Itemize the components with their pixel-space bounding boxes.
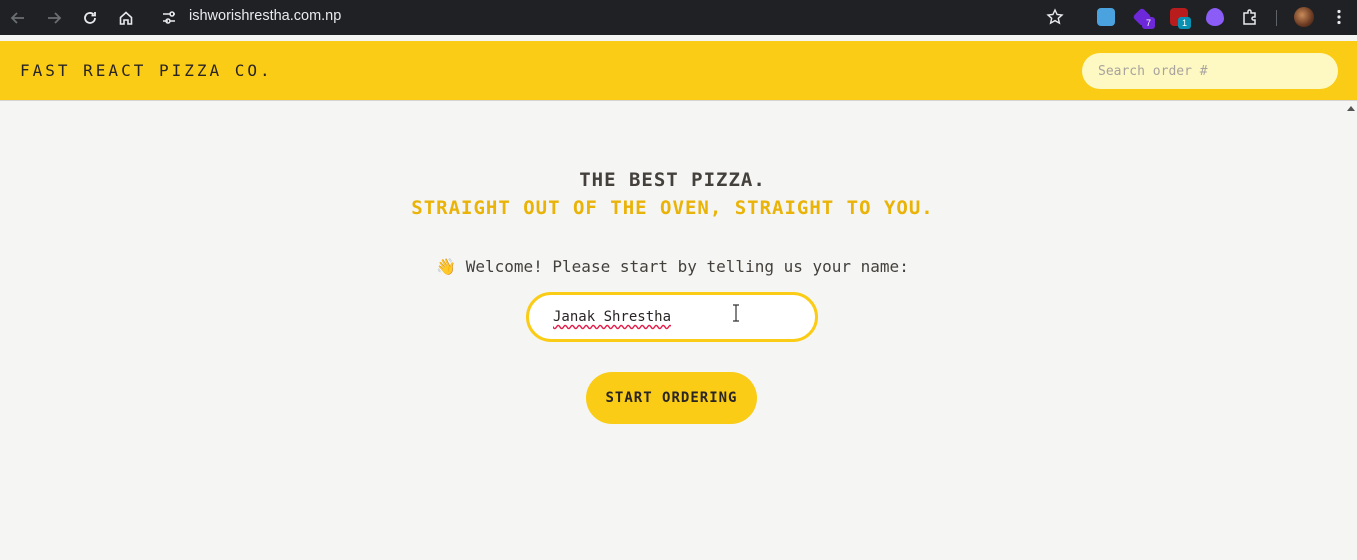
start-ordering-button[interactable]: START ORDERING	[586, 372, 757, 424]
printer-extension-icon[interactable]	[1097, 8, 1115, 26]
arrow-left-icon	[10, 11, 24, 24]
brand-logo-link[interactable]: Fast React Pizza Co.	[20, 61, 273, 80]
arrow-right-icon	[48, 11, 62, 24]
reload-button[interactable]	[76, 0, 104, 35]
customer-name-input[interactable]	[526, 292, 818, 342]
reload-icon	[84, 11, 96, 24]
scrollbar-up-arrow[interactable]	[1347, 106, 1355, 111]
bookmark-star-icon[interactable]	[1046, 8, 1064, 26]
extension-badge: 1	[1178, 17, 1191, 29]
hero-heading: THE BEST PIZZA. STRAIGHT OUT OF THE OVEN…	[0, 169, 1345, 219]
hero-title: THE BEST PIZZA.	[579, 169, 766, 191]
hero-subtitle: STRAIGHT OUT OF THE OVEN, STRAIGHT TO YO…	[411, 197, 934, 219]
back-button[interactable]	[4, 0, 32, 35]
text-cursor-icon	[733, 304, 739, 322]
search-order-input[interactable]	[1082, 53, 1338, 89]
address-bar-url[interactable]: ishworishrestha.com.np	[189, 8, 341, 24]
more-vertical-icon[interactable]	[1330, 8, 1348, 26]
site-info-icon[interactable]	[160, 9, 178, 27]
extension-badge: 7	[1142, 17, 1155, 29]
toolbar-divider	[1276, 10, 1277, 26]
app-header: Fast React Pizza Co.	[0, 41, 1357, 101]
welcome-prompt: 👋 Welcome! Please start by telling us yo…	[436, 257, 909, 276]
extensions-puzzle-icon[interactable]	[1241, 8, 1259, 26]
flame-extension-icon[interactable]	[1206, 8, 1224, 26]
home-main: THE BEST PIZZA. STRAIGHT OUT OF THE OVEN…	[0, 101, 1345, 560]
home-icon	[119, 10, 133, 25]
profile-avatar[interactable]	[1294, 7, 1314, 27]
browser-toolbar: ishworishrestha.com.np 7 1	[0, 0, 1357, 35]
forward-button[interactable]	[40, 0, 68, 35]
home-button[interactable]	[112, 0, 140, 35]
